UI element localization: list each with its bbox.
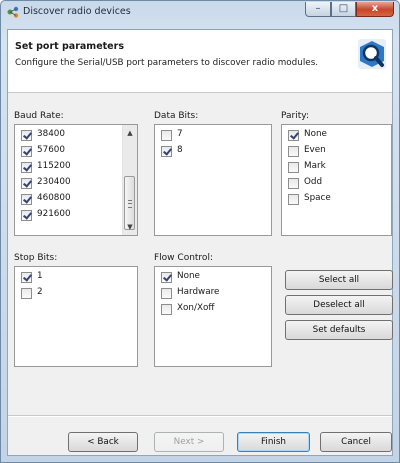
checkbox-checked[interactable]	[21, 162, 32, 173]
checkbox-checked[interactable]	[21, 178, 32, 189]
next-button[interactable]: Next >	[154, 432, 224, 452]
checkbox-checked[interactable]	[21, 146, 32, 157]
wizard-header: Set port parameters Configure the Serial…	[8, 30, 392, 93]
cancel-button[interactable]: Cancel	[320, 432, 392, 452]
dialog-client-area: Set port parameters Configure the Serial…	[7, 29, 393, 456]
page-subtitle: Configure the Serial/USB port parameters…	[15, 58, 319, 68]
checkbox-unchecked[interactable]	[288, 162, 299, 173]
checkbox-unchecked[interactable]	[288, 194, 299, 205]
checkbox-checked[interactable]	[161, 146, 172, 157]
checkbox-unchecked[interactable]	[21, 288, 32, 299]
page-title: Set port parameters	[15, 41, 124, 52]
scroll-down-arrow-icon[interactable]: ▼	[123, 220, 137, 234]
grip-icon	[128, 200, 132, 208]
baud-rate-list[interactable]: 38400 57600 115200 230400 460800 921600 …	[14, 124, 138, 236]
parity-list[interactable]: None Even Mark Odd Space	[281, 124, 392, 236]
back-button[interactable]: < Back	[68, 432, 138, 452]
minimize-button[interactable]: –	[305, 2, 331, 17]
stop-bits-label: Stop Bits:	[14, 253, 58, 263]
close-button[interactable]: x	[356, 2, 394, 17]
checkbox-unchecked[interactable]	[161, 304, 172, 315]
baud-rate-label: Baud Rate:	[14, 111, 64, 121]
checkbox-unchecked[interactable]	[288, 146, 299, 157]
parity-label: Parity:	[281, 111, 309, 121]
checkbox-checked[interactable]	[21, 210, 32, 221]
data-bits-label: Data Bits:	[154, 111, 199, 121]
maximize-button[interactable]: □	[331, 2, 356, 17]
checkbox-unchecked[interactable]	[288, 178, 299, 189]
checkbox-unchecked[interactable]	[161, 288, 172, 299]
baud-rate-scrollbar[interactable]: ▲ ▼	[122, 125, 137, 235]
set-defaults-button[interactable]: Set defaults	[285, 320, 393, 340]
checkbox-checked[interactable]	[21, 130, 32, 141]
checkbox-checked[interactable]	[161, 272, 172, 283]
checkbox-checked[interactable]	[288, 130, 299, 141]
data-bits-list[interactable]: 7 8	[154, 124, 272, 236]
dialog-window: Discover radio devices – □ x Set port pa…	[0, 0, 400, 463]
checkbox-unchecked[interactable]	[161, 130, 172, 141]
flow-control-label: Flow Control:	[154, 253, 213, 263]
flow-control-list[interactable]: None Hardware Xon/Xoff	[154, 266, 272, 367]
stop-bits-list[interactable]: 1 2	[14, 266, 138, 367]
checkbox-checked[interactable]	[21, 272, 32, 283]
app-icon	[7, 6, 19, 18]
window-title: Discover radio devices	[23, 6, 131, 17]
scroll-up-arrow-icon[interactable]: ▲	[123, 126, 137, 140]
deselect-all-button[interactable]: Deselect all	[285, 295, 393, 315]
discover-search-icon	[358, 39, 386, 69]
footer-separator	[8, 415, 392, 417]
title-bar[interactable]: Discover radio devices – □ x	[1, 1, 399, 23]
finish-button[interactable]: Finish	[237, 432, 310, 452]
select-all-button[interactable]: Select all	[285, 270, 393, 290]
checkbox-checked[interactable]	[21, 194, 32, 205]
